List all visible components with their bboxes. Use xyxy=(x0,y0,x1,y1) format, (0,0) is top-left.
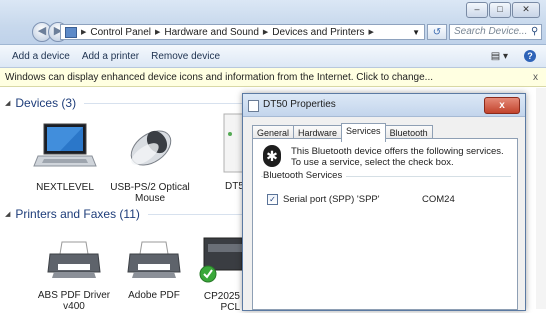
breadcrumb-separator-icon: ▶ xyxy=(154,29,161,36)
printer-adobe-pdf[interactable]: Adobe PDF xyxy=(114,238,194,301)
window-controls: – □ ✕ xyxy=(466,2,540,18)
printers-group-title: Printers and Faxes (11) xyxy=(15,207,140,221)
divider xyxy=(147,213,248,215)
service-name: Serial port (SPP) 'SPP' xyxy=(283,194,380,205)
properties-dialog: DT50 Properties x General Hardware Servi… xyxy=(242,93,526,311)
search-icon[interactable]: ⚲ xyxy=(531,26,538,37)
laptop-icon xyxy=(33,123,97,167)
collapse-triangle-icon: ◢ xyxy=(5,100,11,107)
info-bar-close-button[interactable]: x xyxy=(533,68,538,87)
dialog-close-button[interactable]: x xyxy=(484,97,520,114)
help-icon[interactable]: ? xyxy=(524,50,536,62)
collapse-triangle-icon: ◢ xyxy=(5,211,11,218)
printer-abs-pdf[interactable]: ABS PDF Driver v400 xyxy=(34,238,114,312)
command-toolbar: Add a device Add a printer Remove device… xyxy=(0,45,546,68)
services-tab-panel: ✱ This Bluetooth device offers the follo… xyxy=(252,138,518,310)
devices-group-title: Devices (3) xyxy=(15,96,77,110)
service-row[interactable]: ✓ Serial port (SPP) 'SPP' COM24 xyxy=(267,194,507,205)
breadcrumb-control-panel[interactable]: Control Panel xyxy=(90,27,151,38)
printer-icon xyxy=(127,241,181,278)
device-usb-mouse[interactable]: USB-PS/2 Optical Mouse xyxy=(110,120,190,204)
breadcrumb-separator-icon: ▶ xyxy=(262,29,269,36)
device-label: USB-PS/2 Optical Mouse xyxy=(110,182,190,204)
device-nextlevel[interactable]: NEXTLEVEL xyxy=(25,120,105,193)
mouse-icon xyxy=(130,130,172,166)
remove-device-button[interactable]: Remove device xyxy=(151,51,220,62)
printer-label: CP2025 PCL xyxy=(203,291,240,313)
add-device-button[interactable]: Add a device xyxy=(12,51,70,62)
maximize-button[interactable]: □ xyxy=(489,2,511,18)
service-checkbox[interactable]: ✓ xyxy=(267,194,278,205)
device-label: DT5 xyxy=(225,181,242,192)
printer-icon xyxy=(199,237,242,283)
printer-label: Adobe PDF xyxy=(128,290,180,301)
minimize-button[interactable]: – xyxy=(466,2,488,18)
breadcrumb-hardware-sound[interactable]: Hardware and Sound xyxy=(164,27,259,38)
breadcrumb-separator-icon: ▶ xyxy=(81,29,87,36)
dialog-titlebar[interactable]: DT50 Properties x xyxy=(243,94,525,117)
group-label: Bluetooth Services xyxy=(263,170,347,181)
bluetooth-services-group: Bluetooth Services ✓ Serial port (SPP) '… xyxy=(261,170,511,307)
device-label: NEXTLEVEL xyxy=(36,182,94,193)
info-bar-text: Windows can display enhanced device icon… xyxy=(5,72,434,83)
breadcrumb-devices-printers[interactable]: Devices and Printers xyxy=(272,27,364,38)
devices-group-header[interactable]: ◢ Devices (3) xyxy=(5,96,255,110)
address-dropdown-icon[interactable]: ▼ xyxy=(412,28,420,37)
services-description: This Bluetooth device offers the followi… xyxy=(291,146,504,168)
address-bar[interactable]: ▶ Control Panel ▶ Hardware and Sound ▶ D… xyxy=(60,24,425,40)
view-options-icon[interactable]: ▤ ▾ xyxy=(491,51,508,62)
refresh-button[interactable]: ↺ xyxy=(427,24,447,40)
control-panel-icon xyxy=(65,26,77,38)
tab-services[interactable]: Services xyxy=(341,123,386,142)
device-dt50[interactable]: DT5 xyxy=(197,112,242,192)
info-bar[interactable]: Windows can display enhanced device icon… xyxy=(0,68,546,87)
add-printer-button[interactable]: Add a printer xyxy=(82,51,139,62)
scrollbar[interactable] xyxy=(536,88,546,309)
printers-group-header[interactable]: ◢ Printers and Faxes (11) xyxy=(5,207,248,221)
search-input[interactable]: Search Device... xyxy=(449,24,542,40)
printer-icon xyxy=(47,241,101,278)
close-window-button[interactable]: ✕ xyxy=(512,2,540,18)
device-icon xyxy=(223,113,242,173)
bluetooth-icon: ✱ xyxy=(263,145,281,167)
dialog-title: DT50 Properties xyxy=(263,99,336,110)
window-titlebar: – □ ✕ ◀ ▶ ▶ Control Panel ▶ Hardware and… xyxy=(0,0,546,45)
breadcrumb-separator-icon: ▶ xyxy=(368,29,374,36)
properties-icon xyxy=(248,100,259,112)
printer-cp2025[interactable]: CP2025 PCL xyxy=(194,232,242,313)
divider xyxy=(84,102,255,104)
service-port: COM24 xyxy=(422,194,455,205)
